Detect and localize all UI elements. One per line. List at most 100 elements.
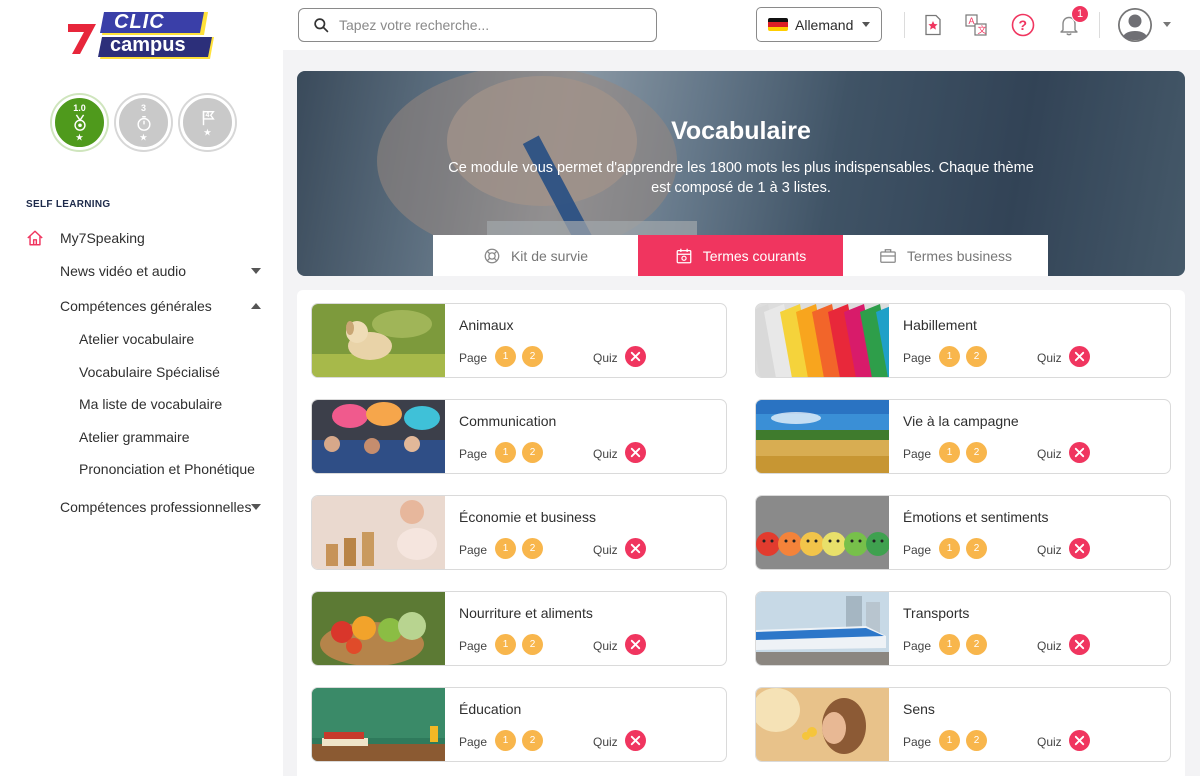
theme-card[interactable]: Émotions et sentiments Page 1 2 Quiz bbox=[755, 495, 1171, 570]
theme-card[interactable]: Vie à la campagne Page 1 2 Quiz bbox=[755, 399, 1171, 474]
theme-title[interactable]: Sens bbox=[903, 701, 935, 717]
page-2-button[interactable]: 2 bbox=[522, 730, 543, 751]
page-1-button[interactable]: 1 bbox=[495, 634, 516, 655]
language-selector[interactable]: Allemand bbox=[756, 7, 882, 42]
avatar[interactable] bbox=[1118, 8, 1152, 42]
page-1-button[interactable]: 1 bbox=[495, 346, 516, 367]
svg-text:A: A bbox=[969, 16, 975, 26]
quiz-button[interactable] bbox=[1069, 538, 1090, 559]
speech-bubbles-photo bbox=[312, 400, 445, 473]
translate-icon[interactable]: A 文 bbox=[964, 13, 988, 37]
page-2-button[interactable]: 2 bbox=[522, 346, 543, 367]
star-icon: ★ bbox=[75, 133, 84, 142]
page-1-button[interactable]: 1 bbox=[939, 730, 960, 751]
lifebuoy-icon bbox=[484, 248, 500, 263]
theme-card[interactable]: Sens Page 1 2 Quiz bbox=[755, 687, 1171, 762]
notification-badge[interactable]: 1 bbox=[1071, 5, 1089, 23]
page-2-button[interactable]: 2 bbox=[966, 442, 987, 463]
page-1-button[interactable]: 1 bbox=[495, 538, 516, 559]
quiz-button[interactable] bbox=[1069, 346, 1090, 367]
chevron-up-icon[interactable] bbox=[251, 302, 261, 309]
quiz-button[interactable] bbox=[625, 442, 646, 463]
page-2-button[interactable]: 2 bbox=[966, 730, 987, 751]
page-1-button[interactable]: 1 bbox=[939, 538, 960, 559]
clic-campus-logo[interactable]: CLIC campus bbox=[66, 10, 216, 62]
page-2-button[interactable]: 2 bbox=[966, 346, 987, 367]
page-1-button[interactable]: 1 bbox=[939, 634, 960, 655]
theme-title[interactable]: Vie à la campagne bbox=[903, 413, 1019, 429]
quiz-button[interactable] bbox=[625, 346, 646, 367]
quiz-button[interactable] bbox=[1069, 730, 1090, 751]
theme-image[interactable] bbox=[312, 688, 445, 761]
theme-image[interactable] bbox=[312, 304, 445, 377]
theme-title[interactable]: Transports bbox=[903, 605, 969, 621]
theme-card[interactable]: Éducation Page 1 2 Quiz bbox=[311, 687, 727, 762]
stopwatch-badge[interactable]: 3 ★ bbox=[116, 95, 171, 150]
level-badge[interactable]: 1.0 ★ bbox=[52, 95, 107, 150]
theme-title[interactable]: Éducation bbox=[459, 701, 521, 717]
quiz-button[interactable] bbox=[625, 730, 646, 751]
theme-card[interactable]: Animaux Page 1 2 Quiz bbox=[311, 303, 727, 378]
page-1-button[interactable]: 1 bbox=[495, 730, 516, 751]
search-box[interactable] bbox=[298, 8, 657, 42]
theme-image[interactable] bbox=[756, 304, 889, 377]
tab-termes-courants[interactable]: Termes courants bbox=[638, 235, 843, 276]
theme-card[interactable]: Transports Page 1 2 Quiz bbox=[755, 591, 1171, 666]
sidebar: CLIC campus 1.0 ★ 3 ★ 4 ★ SELF LEARNING … bbox=[0, 0, 283, 776]
theme-card[interactable]: Habillement Page 1 2 Quiz bbox=[755, 303, 1171, 378]
sidebar-item-ma-liste[interactable]: Ma liste de vocabulaire bbox=[0, 388, 283, 421]
page-label: Page bbox=[903, 543, 932, 557]
theme-image[interactable] bbox=[756, 496, 889, 569]
chevron-down-icon[interactable] bbox=[1163, 22, 1171, 27]
theme-image[interactable] bbox=[756, 592, 889, 665]
theme-image[interactable] bbox=[312, 400, 445, 473]
theme-title[interactable]: Économie et business bbox=[459, 509, 596, 525]
theme-title[interactable]: Habillement bbox=[903, 317, 977, 333]
page-2-button[interactable]: 2 bbox=[522, 634, 543, 655]
theme-image[interactable] bbox=[312, 592, 445, 665]
tab-termes-business[interactable]: Termes business bbox=[843, 235, 1048, 276]
wheat-field-photo bbox=[756, 400, 889, 473]
sidebar-item-news[interactable]: News vidéo et audio bbox=[0, 253, 283, 288]
quiz-label: Quiz bbox=[1037, 351, 1062, 365]
flag-badge[interactable]: 4 ★ bbox=[180, 95, 235, 150]
page-1-button[interactable]: 1 bbox=[939, 442, 960, 463]
page-1-button[interactable]: 1 bbox=[495, 442, 516, 463]
user-silhouette-icon bbox=[1118, 8, 1152, 42]
quiz-button[interactable] bbox=[1069, 634, 1090, 655]
sidebar-item-atelier-grammaire[interactable]: Atelier grammaire bbox=[0, 421, 283, 454]
theme-card[interactable]: Nourriture et aliments Page 1 2 Quiz bbox=[311, 591, 727, 666]
sidebar-item-atelier-vocabulaire[interactable]: Atelier vocabulaire bbox=[0, 323, 283, 356]
tab-kit-de-survie[interactable]: Kit de survie bbox=[433, 235, 638, 276]
chevron-down-icon bbox=[862, 22, 871, 27]
theme-card[interactable]: Communication Page 1 2 Quiz bbox=[311, 399, 727, 474]
favorites-icon[interactable] bbox=[921, 13, 945, 37]
page-2-button[interactable]: 2 bbox=[522, 442, 543, 463]
sidebar-item-my7speaking[interactable]: My7Speaking bbox=[0, 223, 283, 253]
theme-image[interactable] bbox=[756, 400, 889, 473]
theme-title[interactable]: Communication bbox=[459, 413, 556, 429]
page-2-button[interactable]: 2 bbox=[522, 538, 543, 559]
quiz-icon bbox=[629, 350, 642, 363]
page-2-button[interactable]: 2 bbox=[966, 538, 987, 559]
chevron-down-icon[interactable] bbox=[251, 267, 261, 274]
theme-card[interactable]: Économie et business Page 1 2 Quiz bbox=[311, 495, 727, 570]
quiz-button[interactable] bbox=[1069, 442, 1090, 463]
sidebar-item-competences-generales[interactable]: Compétences générales bbox=[0, 288, 283, 323]
theme-title[interactable]: Animaux bbox=[459, 317, 513, 333]
theme-title[interactable]: Émotions et sentiments bbox=[903, 509, 1049, 525]
page-1-button[interactable]: 1 bbox=[939, 346, 960, 367]
chevron-down-icon[interactable] bbox=[251, 504, 261, 510]
sidebar-item-competences-pro[interactable]: Compétences professionnelles bbox=[0, 490, 283, 525]
quiz-button[interactable] bbox=[625, 634, 646, 655]
sidebar-item-vocabulaire-specialise[interactable]: Vocabulaire Spécialisé bbox=[0, 356, 283, 389]
theme-title[interactable]: Nourriture et aliments bbox=[459, 605, 593, 621]
help-icon[interactable]: ? bbox=[1011, 13, 1035, 37]
search-input[interactable] bbox=[339, 17, 639, 33]
sidebar-item-prononciation[interactable]: Prononciation et Phonétique bbox=[0, 453, 283, 486]
theme-image[interactable] bbox=[756, 688, 889, 761]
quiz-icon bbox=[629, 734, 642, 747]
quiz-button[interactable] bbox=[625, 538, 646, 559]
theme-image[interactable] bbox=[312, 496, 445, 569]
page-2-button[interactable]: 2 bbox=[966, 634, 987, 655]
